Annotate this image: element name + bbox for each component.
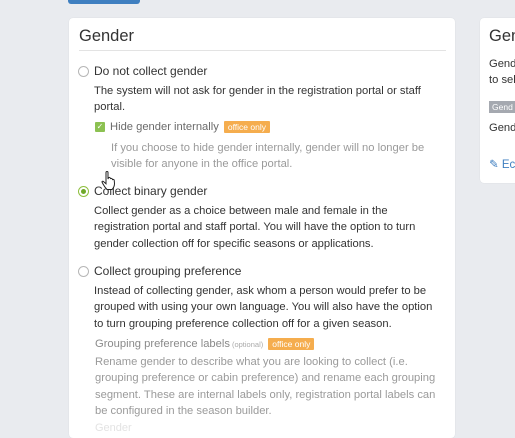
- sub-option-label: Grouping preference labels: [95, 338, 230, 350]
- option-description: The system will not ask for gender in th…: [94, 85, 421, 114]
- gender-label-field-heading: Gender: [95, 422, 132, 434]
- radio-collect-binary[interactable]: [78, 185, 89, 197]
- office-only-badge: office only: [223, 121, 270, 133]
- grouping-preference-labels-row: Grouping preference labels (optional) of…: [95, 338, 315, 350]
- option-description: Collect gender as a choice between male …: [94, 205, 416, 250]
- option-do-not-collect[interactable]: Do not collect gender: [78, 64, 207, 78]
- top-tab-indicator[interactable]: [68, 0, 140, 4]
- optional-tag: (optional): [231, 339, 264, 349]
- sub-option-description: If you choose to hide gender internally,…: [111, 142, 425, 171]
- summary-text: to sel: [489, 74, 515, 86]
- option-description: Instead of collecting gender, ask whom a…: [94, 285, 433, 330]
- edit-link[interactable]: ✎ Ec: [489, 157, 515, 171]
- summary-tag: Gend: [489, 101, 515, 113]
- pencil-icon: ✎: [489, 159, 499, 171]
- summary-text: Gend: [489, 58, 515, 70]
- gender-summary-card: Gen Gend to sel Gend Gend ✎ Ec: [480, 18, 515, 183]
- sub-option-description: Rename gender to describe what you are l…: [95, 356, 436, 417]
- option-collect-grouping[interactable]: Collect grouping preference: [78, 264, 241, 278]
- radio-do-not-collect[interactable]: [78, 65, 89, 77]
- hide-gender-checkbox[interactable]: ✓: [95, 122, 105, 132]
- edit-label: Ec: [501, 159, 515, 171]
- summary-title: Gen: [489, 27, 515, 45]
- option-collect-binary[interactable]: Collect binary gender: [78, 184, 207, 198]
- card-title: Gender: [79, 27, 135, 45]
- radio-collect-grouping[interactable]: [78, 265, 89, 277]
- office-only-badge: office only: [268, 338, 315, 350]
- option-label: Collect grouping preference: [94, 264, 242, 278]
- hide-gender-internally-row[interactable]: ✓ Hide gender internally office only: [95, 121, 270, 133]
- option-label: Do not collect gender: [94, 64, 208, 78]
- summary-text: Gend: [489, 122, 515, 134]
- gender-settings-card: Gender Do not collect gender The system …: [69, 18, 455, 438]
- divider: [79, 50, 446, 51]
- hand-cursor-icon: [101, 171, 116, 190]
- sub-option-label: Hide gender internally: [110, 121, 219, 133]
